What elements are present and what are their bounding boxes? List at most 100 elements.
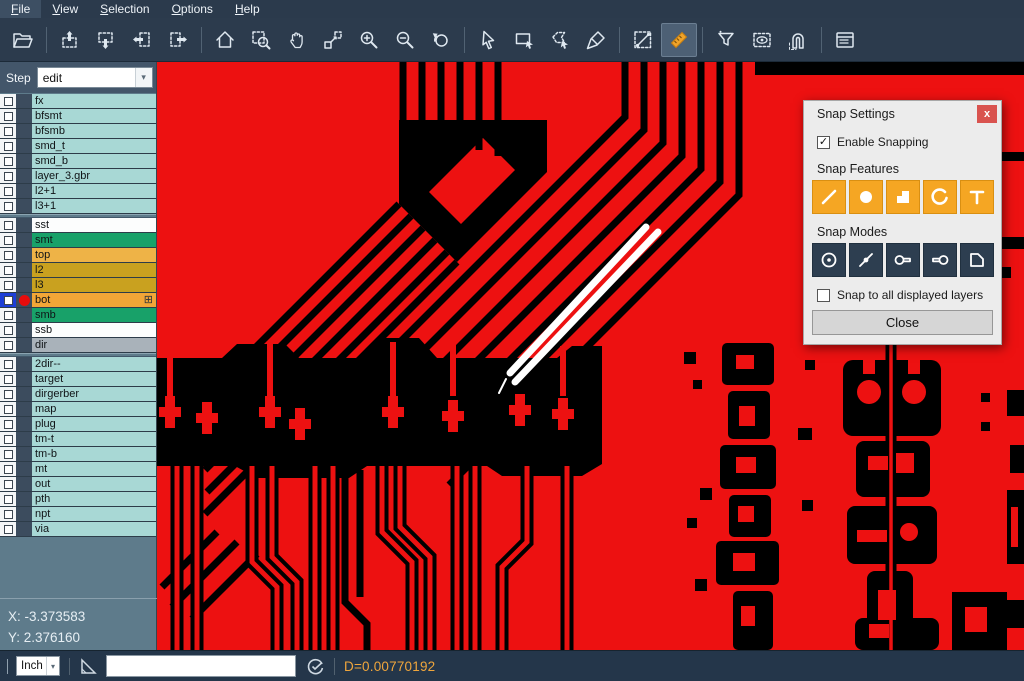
layer-visibility-checkbox[interactable] bbox=[0, 338, 16, 352]
layer-visibility-checkbox[interactable] bbox=[0, 323, 16, 337]
filter-funnel-icon[interactable] bbox=[708, 23, 744, 57]
layer-marker-cell[interactable] bbox=[16, 338, 32, 352]
layer-row-l3+1[interactable]: l3+1 bbox=[0, 199, 156, 214]
layer-name[interactable]: mt bbox=[32, 462, 156, 476]
pan-hand-icon[interactable] bbox=[279, 23, 315, 57]
layer-row-dirgerber[interactable]: dirgerber bbox=[0, 387, 156, 402]
enable-snapping-checkbox[interactable]: ✓ bbox=[817, 136, 830, 149]
layer-name[interactable]: plug bbox=[32, 417, 156, 431]
menu-file[interactable]: File bbox=[0, 0, 41, 18]
measure-ruler-icon[interactable] bbox=[661, 23, 697, 57]
snap-mode-line-point-icon[interactable] bbox=[849, 243, 883, 277]
layer-name[interactable]: bfsmt bbox=[32, 109, 156, 123]
layer-row-layer_3.gbr[interactable]: layer_3.gbr bbox=[0, 169, 156, 184]
layer-row-dir[interactable]: dir bbox=[0, 338, 156, 353]
dialog-title-bar[interactable]: Snap Settings x bbox=[804, 101, 1001, 127]
layer-marker-cell[interactable] bbox=[16, 522, 32, 536]
log-panel-icon[interactable] bbox=[827, 23, 863, 57]
snap-feature-pad-corner-icon[interactable] bbox=[886, 180, 920, 214]
layer-marker-cell[interactable] bbox=[16, 492, 32, 506]
select-polygon-icon[interactable] bbox=[542, 23, 578, 57]
layer-name[interactable]: l3+1 bbox=[32, 199, 156, 213]
layer-name[interactable]: out bbox=[32, 477, 156, 491]
layer-visibility-checkbox[interactable] bbox=[0, 199, 16, 213]
layer-marker-cell[interactable] bbox=[16, 278, 32, 292]
layer-name[interactable]: dirgerber bbox=[32, 387, 156, 401]
layer-marker-cell[interactable] bbox=[16, 308, 32, 322]
layer-row-tm-b[interactable]: tm-b bbox=[0, 447, 156, 462]
snap-feature-circle-icon[interactable] bbox=[849, 180, 883, 214]
layer-name[interactable]: smb bbox=[32, 308, 156, 322]
layer-row-ssb[interactable]: ssb bbox=[0, 323, 156, 338]
snap-mode-center-point-icon[interactable] bbox=[812, 243, 846, 277]
layer-name[interactable]: smd_b bbox=[32, 154, 156, 168]
snap-magnet-icon[interactable] bbox=[780, 23, 816, 57]
layer-name[interactable]: ssb bbox=[32, 323, 156, 337]
open-folder-icon[interactable] bbox=[5, 23, 41, 57]
layer-visibility-checkbox[interactable] bbox=[0, 522, 16, 536]
layer-row-target[interactable]: target bbox=[0, 372, 156, 387]
zoom-previous-icon[interactable] bbox=[423, 23, 459, 57]
layer-row-out[interactable]: out bbox=[0, 477, 156, 492]
layer-marker-cell[interactable] bbox=[16, 233, 32, 247]
layer-row-l3[interactable]: l3 bbox=[0, 278, 156, 293]
layer-visibility-checkbox[interactable] bbox=[0, 154, 16, 168]
snap-all-layers-checkbox[interactable] bbox=[817, 289, 830, 302]
layer-marker-cell[interactable] bbox=[16, 94, 32, 108]
snap-mode-key-left-icon[interactable] bbox=[923, 243, 957, 277]
layer-marker-cell[interactable] bbox=[16, 402, 32, 416]
layer-name[interactable]: l2+1 bbox=[32, 184, 156, 198]
snap-feature-text-icon[interactable] bbox=[960, 180, 994, 214]
layer-visibility-checkbox[interactable] bbox=[0, 447, 16, 461]
import-top-icon[interactable] bbox=[52, 23, 88, 57]
layer-visibility-checkbox[interactable] bbox=[0, 492, 16, 506]
layer-row-bot[interactable]: bot⊞ bbox=[0, 293, 156, 308]
layer-marker-cell[interactable] bbox=[16, 447, 32, 461]
layer-name[interactable]: bot⊞ bbox=[32, 293, 156, 307]
layer-row-smd_b[interactable]: smd_b bbox=[0, 154, 156, 169]
layer-marker-cell[interactable] bbox=[16, 477, 32, 491]
layer-visibility-checkbox[interactable] bbox=[0, 507, 16, 521]
unit-dropdown[interactable]: Inch ▾ bbox=[16, 656, 60, 676]
apply-check-icon[interactable] bbox=[306, 657, 325, 676]
layer-row-l2+1[interactable]: l2+1 bbox=[0, 184, 156, 199]
view-area-icon[interactable] bbox=[744, 23, 780, 57]
step-dropdown[interactable]: edit ▾ bbox=[37, 67, 153, 88]
clean-brush-icon[interactable] bbox=[578, 23, 614, 57]
layer-visibility-checkbox[interactable] bbox=[0, 432, 16, 446]
layer-name[interactable]: pth bbox=[32, 492, 156, 506]
layer-visibility-checkbox[interactable] bbox=[0, 233, 16, 247]
layer-marker-cell[interactable] bbox=[16, 184, 32, 198]
zoom-in-icon[interactable] bbox=[351, 23, 387, 57]
layer-row-smd_t[interactable]: smd_t bbox=[0, 139, 156, 154]
layer-visibility-checkbox[interactable] bbox=[0, 94, 16, 108]
layer-name[interactable]: smt bbox=[32, 233, 156, 247]
layer-name[interactable]: top bbox=[32, 248, 156, 262]
layer-name[interactable]: tm-t bbox=[32, 432, 156, 446]
measure-input[interactable] bbox=[106, 655, 296, 677]
layer-row-via[interactable]: via bbox=[0, 522, 156, 537]
layer-name[interactable]: layer_3.gbr bbox=[32, 169, 156, 183]
layer-visibility-checkbox[interactable] bbox=[0, 417, 16, 431]
angle-measure-icon[interactable] bbox=[79, 657, 98, 676]
layer-visibility-checkbox[interactable] bbox=[0, 184, 16, 198]
layer-visibility-checkbox[interactable] bbox=[0, 462, 16, 476]
layer-row-2dir--[interactable]: 2dir-- bbox=[0, 357, 156, 372]
layer-name[interactable]: 2dir-- bbox=[32, 357, 156, 371]
layer-marker-cell[interactable] bbox=[16, 218, 32, 232]
layer-visibility-checkbox[interactable] bbox=[0, 387, 16, 401]
layer-row-tm-t[interactable]: tm-t bbox=[0, 432, 156, 447]
layer-name[interactable]: via bbox=[32, 522, 156, 536]
layer-name[interactable]: l3 bbox=[32, 278, 156, 292]
layer-row-sst[interactable]: sst bbox=[0, 218, 156, 233]
layer-marker-cell[interactable] bbox=[16, 139, 32, 153]
layer-visibility-checkbox[interactable] bbox=[0, 293, 16, 307]
layer-name[interactable]: l2 bbox=[32, 263, 156, 277]
layer-marker-cell[interactable] bbox=[16, 263, 32, 277]
layer-marker-cell[interactable] bbox=[16, 109, 32, 123]
layer-marker-cell[interactable] bbox=[16, 357, 32, 371]
layer-name[interactable]: sst bbox=[32, 218, 156, 232]
import-right-icon[interactable] bbox=[160, 23, 196, 57]
layer-marker-cell[interactable] bbox=[16, 323, 32, 337]
snap-feature-arc-icon[interactable] bbox=[923, 180, 957, 214]
